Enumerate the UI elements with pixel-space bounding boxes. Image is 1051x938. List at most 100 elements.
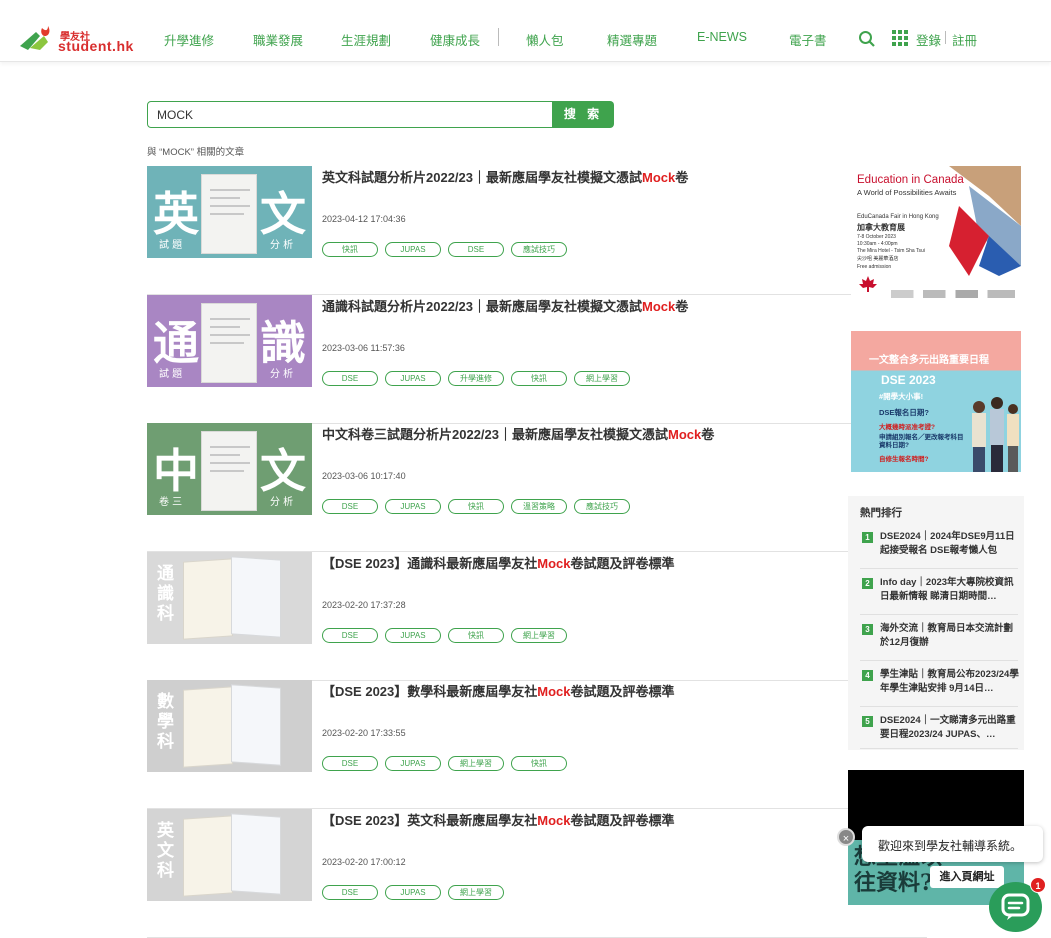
ranking-item[interactable]: 4 學生津貼｜教育局公布2023/24學年學生津貼安排 9月14日… bbox=[860, 668, 1019, 708]
article-title-text-end: 卷 bbox=[675, 170, 689, 185]
article-tag[interactable]: JUPAS bbox=[385, 371, 441, 386]
ad2-q3: 大概幾時派准考證? bbox=[879, 424, 935, 431]
article-item[interactable]: 中 文卷 三 分 析 中文科卷三試題分析片2022/23｜最新應屆學友社模擬文憑試Mo… bbox=[147, 423, 927, 552]
article-tag[interactable]: JUPAS bbox=[385, 756, 441, 771]
article-thumbnail[interactable]: 數學科 bbox=[147, 680, 312, 772]
nav-item-guide[interactable]: 懶人包 bbox=[526, 30, 564, 49]
ad1-fair: EduCanada Fair in Hong Kong bbox=[857, 214, 939, 220]
ranking-divider bbox=[860, 748, 1018, 749]
article-title-text-end: 卷 bbox=[675, 299, 689, 314]
thumb-subject-vertical: 通識科 bbox=[157, 564, 174, 624]
article-tag[interactable]: 應試技巧 bbox=[511, 242, 567, 257]
article-tag[interactable]: JUPAS bbox=[385, 242, 441, 257]
search-icon[interactable] bbox=[858, 30, 876, 48]
article-tag[interactable]: 溫習策略 bbox=[511, 499, 567, 514]
ad1-subtitle: A World of Possibilities Awaits bbox=[857, 188, 957, 197]
login-link[interactable]: 登錄 bbox=[916, 30, 941, 49]
article-tag[interactable]: DSE bbox=[322, 499, 378, 514]
article-title-text-end: 卷 bbox=[701, 427, 715, 442]
article-tag[interactable]: 快訊 bbox=[448, 628, 504, 643]
article-title[interactable]: 英文科試題分析片2022/23｜最新應屆學友社模擬文憑試Mock卷 bbox=[322, 167, 688, 186]
article-title[interactable]: 通識科試題分析片2022/23｜最新應屆學友社模擬文憑試Mock卷 bbox=[322, 296, 688, 315]
nav-item-career[interactable]: 職業發展 bbox=[253, 30, 303, 49]
article-title[interactable]: 【DSE 2023】英文科最新應屆學友社Mock卷試題及評卷標準 bbox=[322, 810, 675, 829]
ad2-headline: 一文整合多元出路重要日程 bbox=[869, 355, 989, 366]
article-tag[interactable]: 應試技巧 bbox=[574, 499, 630, 514]
thumb-sub-right: 分 析 bbox=[270, 369, 294, 380]
register-link[interactable]: 註冊 bbox=[952, 30, 977, 49]
chat-bubble-icon bbox=[1001, 893, 1030, 920]
article-title[interactable]: 【DSE 2023】通識科最新應屆學友社Mock卷試題及評卷標準 bbox=[322, 553, 675, 572]
article-item[interactable]: 通識科 【DSE 2023】通識科最新應屆學友社Mock卷試題及評卷標準 2023-… bbox=[147, 552, 927, 681]
article-thumbnail[interactable]: 中 文卷 三 分 析 bbox=[147, 423, 312, 515]
article-tags: DSE JUPAS 升學進修 快訊 網上學習 bbox=[322, 371, 630, 386]
apps-grid-icon[interactable] bbox=[892, 30, 908, 46]
ranking-item[interactable]: 2 Info day｜2023年大專院校資訊日最新情報 睇清日期時間… bbox=[860, 576, 1018, 616]
article-tag[interactable]: 快訊 bbox=[511, 756, 567, 771]
thumb-char-right: 識 bbox=[260, 316, 306, 370]
nav-item-study[interactable]: 升學進修 bbox=[164, 30, 214, 49]
thumb-subject-vertical: 英文科 bbox=[157, 821, 174, 881]
article-tag[interactable]: 網上學習 bbox=[511, 628, 567, 643]
article-tag[interactable]: 快訊 bbox=[511, 371, 567, 386]
article-thumbnail[interactable]: 英 文試 題 分 析 bbox=[147, 166, 312, 258]
ranking-text: 海外交流｜教育局日本交流計劃 於12月復辦 bbox=[880, 623, 1014, 648]
article-tag[interactable]: DSE bbox=[448, 242, 504, 257]
article-item[interactable]: 數學科 【DSE 2023】數學科最新應屆學友社Mock卷試題及評卷標準 2023-… bbox=[147, 680, 927, 809]
article-title-highlight: Mock bbox=[668, 427, 702, 442]
auth-divider bbox=[945, 31, 946, 44]
nav-item-enews[interactable]: E-NEWS bbox=[697, 30, 747, 44]
ranking-number: 5 bbox=[862, 716, 873, 727]
ad2-sub: DSE 2023 bbox=[881, 373, 936, 387]
article-tag[interactable]: 快訊 bbox=[322, 242, 378, 257]
article-tag[interactable]: 網上學習 bbox=[574, 371, 630, 386]
nav-item-life-planning[interactable]: 生涯規劃 bbox=[341, 30, 391, 49]
thumb-char-right: 文 bbox=[260, 444, 306, 498]
search-input[interactable]: MOCK bbox=[147, 101, 553, 128]
article-tag[interactable]: DSE bbox=[322, 628, 378, 643]
article-tag[interactable]: JUPAS bbox=[385, 499, 441, 514]
article-tag[interactable]: 網上學習 bbox=[448, 885, 504, 900]
article-tag[interactable]: 網上學習 bbox=[448, 756, 504, 771]
edu-canada-ad[interactable]: Education in Canada A World of Possibili… bbox=[851, 166, 1021, 306]
ad2-q4: 申請組別報名／更改報考科目資料日期? bbox=[879, 434, 964, 449]
chat-close-button[interactable]: × bbox=[837, 828, 855, 846]
ad1-title: Education in Canada bbox=[857, 174, 964, 186]
article-thumbnail[interactable]: 通 識試 題 分 析 bbox=[147, 295, 312, 387]
ranking-item[interactable]: 1 DSE2024｜2024年DSE9月11日起接受報名 DSE報考懶人包 bbox=[860, 530, 1018, 570]
article-thumbnail[interactable]: 通識科 bbox=[147, 552, 312, 644]
nav-item-ebook[interactable]: 電子書 bbox=[789, 30, 827, 49]
nav-item-featured[interactable]: 精選專題 bbox=[607, 30, 657, 49]
enter-site-button[interactable]: 進入頁網址 bbox=[930, 866, 1004, 888]
article-tag[interactable]: 快訊 bbox=[448, 499, 504, 514]
article-item[interactable]: 英 文試 題 分 析 英文科試題分析片2022/23｜最新應屆學友社模擬文憑試Mock… bbox=[147, 166, 927, 295]
article-item[interactable]: 英文科 【DSE 2023】英文科最新應屆學友社Mock卷試題及評卷標準 2023-… bbox=[147, 809, 927, 938]
article-title[interactable]: 【DSE 2023】數學科最新應屆學友社Mock卷試題及評卷標準 bbox=[322, 681, 675, 700]
chat-welcome-bubble: 歡迎來到學友社輔導系統。 bbox=[862, 826, 1043, 862]
article-tag[interactable]: DSE bbox=[322, 885, 378, 900]
article-tag[interactable]: DSE bbox=[322, 756, 378, 771]
search-button[interactable]: 搜 索 bbox=[553, 101, 614, 128]
site-logo[interactable]: 學友社 student.hk bbox=[18, 22, 138, 54]
ranking-divider bbox=[860, 568, 1018, 569]
article-date: 2023-02-20 17:00:12 bbox=[322, 857, 406, 867]
dse-timeline-ad[interactable]: 一文整合多元出路重要日程 DSE 2023 #開學大小事! DSE報名日期? 大… bbox=[851, 331, 1021, 472]
article-tag[interactable]: JUPAS bbox=[385, 628, 441, 643]
article-title-text: 【DSE 2023】通識科最新應屆學友社 bbox=[322, 556, 538, 571]
ranking-text: DSE2024｜2024年DSE9月11日起接受報名 DSE報考懶人包 bbox=[880, 531, 1015, 556]
thumb-char-right: 文 bbox=[260, 187, 306, 241]
nav-item-health[interactable]: 健康成長 bbox=[430, 30, 480, 49]
article-tag[interactable]: 升學進修 bbox=[448, 371, 504, 386]
article-title-text: 中文科卷三試題分析片2022/23｜最新應屆學友社模擬文憑試 bbox=[322, 427, 668, 442]
thumb-char-left: 中 bbox=[153, 444, 199, 498]
ad2-q5: 自修生報名時間? bbox=[879, 456, 929, 463]
article-tag[interactable]: JUPAS bbox=[385, 885, 441, 900]
article-tag[interactable]: DSE bbox=[322, 371, 378, 386]
article-title[interactable]: 中文科卷三試題分析片2022/23｜最新應屆學友社模擬文憑試Mock卷 bbox=[322, 424, 714, 443]
article-thumbnail[interactable]: 英文科 bbox=[147, 809, 312, 901]
thumb-char-left: 通 bbox=[153, 316, 199, 370]
article-item[interactable]: 通 識試 題 分 析 通識科試題分析片2022/23｜最新應屆學友社模擬文憑試Mock… bbox=[147, 295, 927, 424]
popular-ranking-panel: 熱門排行 1 DSE2024｜2024年DSE9月11日起接受報名 DSE報考懶人… bbox=[848, 496, 1024, 750]
nav-divider bbox=[498, 28, 499, 46]
ranking-item[interactable]: 3 海外交流｜教育局日本交流計劃 於12月復辦 bbox=[860, 622, 1018, 662]
